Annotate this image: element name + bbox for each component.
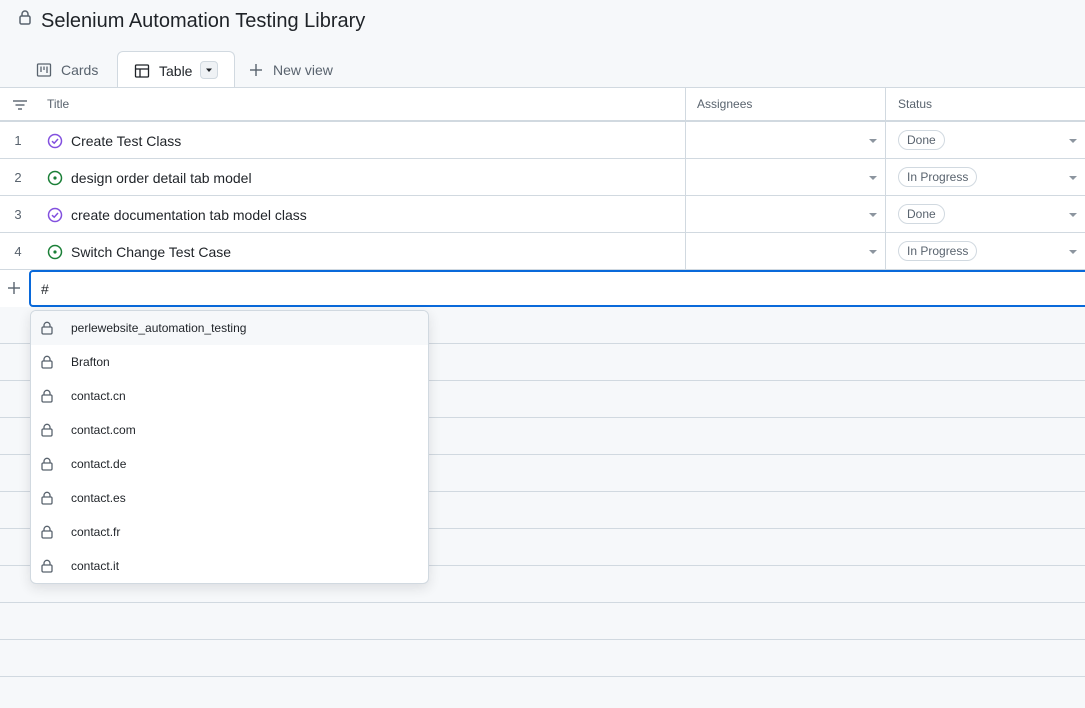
lock-icon bbox=[41, 525, 53, 539]
item-title[interactable]: create documentation tab model class bbox=[71, 207, 307, 223]
table-row[interactable]: 4 Switch Change Test Case In Progress bbox=[0, 233, 1085, 270]
tab-label: Cards bbox=[61, 61, 99, 78]
add-item-input[interactable] bbox=[29, 270, 1085, 307]
suggestion-label: contact.fr bbox=[71, 525, 121, 539]
row-number: 1 bbox=[14, 133, 22, 148]
empty-row bbox=[0, 603, 1085, 640]
repository-suggestions: perlewebsite_automation_testing Brafton … bbox=[30, 310, 429, 584]
column-header-title[interactable]: Title bbox=[47, 88, 69, 120]
kanban-board-icon bbox=[36, 62, 52, 78]
status-dropdown[interactable] bbox=[1069, 213, 1077, 217]
assignees-dropdown[interactable] bbox=[869, 139, 877, 143]
suggestion-item[interactable]: perlewebsite_automation_testing bbox=[31, 311, 428, 345]
tab-label: New view bbox=[273, 61, 333, 78]
issue-closed-icon bbox=[47, 207, 63, 223]
lock-icon bbox=[41, 321, 53, 335]
status-badge[interactable]: In Progress bbox=[898, 167, 978, 187]
lock-icon bbox=[41, 491, 53, 505]
row-number: 4 bbox=[14, 244, 22, 259]
assignees-dropdown[interactable] bbox=[869, 250, 877, 254]
table-row[interactable]: 3 create documentation tab model class D… bbox=[0, 196, 1085, 233]
empty-row bbox=[0, 677, 1085, 708]
column-divider[interactable] bbox=[885, 88, 886, 270]
lock-icon bbox=[41, 389, 53, 403]
status-badge[interactable]: In Progress bbox=[898, 241, 978, 261]
suggestion-label: contact.de bbox=[71, 457, 127, 471]
status-dropdown[interactable] bbox=[1069, 139, 1077, 143]
suggestion-label: contact.it bbox=[71, 559, 120, 573]
tab-label: Table bbox=[159, 62, 193, 79]
row-number: 2 bbox=[14, 170, 22, 185]
lock-icon bbox=[41, 423, 53, 437]
lock-icon bbox=[41, 355, 53, 369]
suggestion-label: perlewebsite_automation_testing bbox=[71, 321, 247, 335]
status-dropdown[interactable] bbox=[1069, 250, 1077, 254]
lock-icon bbox=[19, 10, 31, 25]
lock-icon bbox=[41, 559, 53, 573]
row-number: 3 bbox=[14, 207, 22, 222]
assignees-dropdown[interactable] bbox=[869, 176, 877, 180]
table-row[interactable]: 1 Create Test Class Done bbox=[0, 122, 1085, 159]
table-header: Title Assignees Status bbox=[0, 88, 1085, 122]
issue-open-icon bbox=[47, 170, 63, 186]
new-view-button[interactable]: New view bbox=[246, 51, 333, 88]
triangle-down-icon bbox=[206, 68, 212, 72]
suggestion-item[interactable]: Brafton bbox=[31, 345, 428, 379]
suggestion-label: contact.com bbox=[71, 423, 136, 437]
suggestion-item[interactable]: contact.es bbox=[31, 481, 428, 515]
item-title[interactable]: Switch Change Test Case bbox=[71, 244, 231, 260]
column-divider[interactable] bbox=[685, 88, 686, 270]
issue-open-icon bbox=[47, 244, 63, 260]
status-badge[interactable]: Done bbox=[898, 204, 945, 224]
view-tabs: Cards Table New view bbox=[0, 51, 1085, 89]
table-row[interactable]: 2 design order detail tab model In Progr… bbox=[0, 159, 1085, 196]
suggestion-item[interactable]: contact.de bbox=[31, 447, 428, 481]
empty-row bbox=[0, 640, 1085, 677]
lock-icon bbox=[41, 457, 53, 471]
issue-closed-icon bbox=[47, 133, 63, 149]
status-badge[interactable]: Done bbox=[898, 130, 945, 150]
suggestion-item[interactable]: contact.it bbox=[31, 549, 428, 583]
plus-icon bbox=[248, 62, 264, 78]
filter-icon[interactable] bbox=[12, 98, 28, 112]
suggestion-item[interactable]: contact.com bbox=[31, 413, 428, 447]
column-header-assignees[interactable]: Assignees bbox=[697, 88, 752, 120]
column-header-status[interactable]: Status bbox=[898, 88, 932, 120]
suggestion-label: contact.cn bbox=[71, 389, 126, 403]
view-options-button[interactable] bbox=[200, 61, 218, 79]
suggestion-label: Brafton bbox=[71, 355, 110, 369]
page-title: Selenium Automation Testing Library bbox=[41, 10, 366, 32]
item-title[interactable]: Create Test Class bbox=[71, 133, 181, 149]
suggestion-item[interactable]: contact.cn bbox=[31, 379, 428, 413]
plus-icon[interactable] bbox=[6, 280, 22, 296]
add-item-row bbox=[0, 270, 1085, 307]
tab-table[interactable]: Table bbox=[117, 51, 235, 89]
tab-cards[interactable]: Cards bbox=[26, 51, 118, 88]
status-dropdown[interactable] bbox=[1069, 176, 1077, 180]
assignees-dropdown[interactable] bbox=[869, 213, 877, 217]
item-title[interactable]: design order detail tab model bbox=[71, 170, 252, 186]
project-header: Selenium Automation Testing Library Card… bbox=[0, 0, 1085, 89]
table-icon bbox=[134, 63, 150, 79]
suggestion-label: contact.es bbox=[71, 491, 126, 505]
suggestion-item[interactable]: contact.fr bbox=[31, 515, 428, 549]
